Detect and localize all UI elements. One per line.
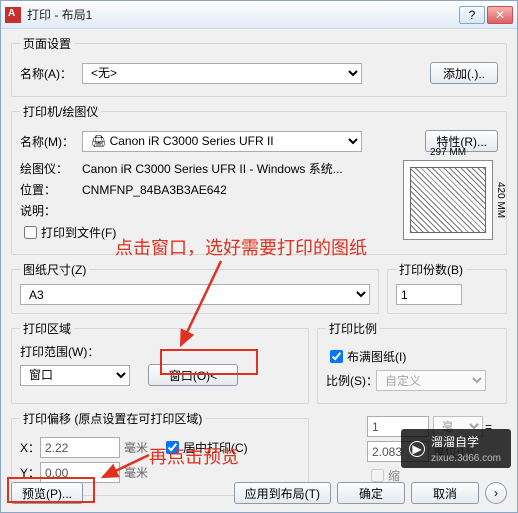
where-label: 位置： — [20, 181, 82, 198]
printer-group: 打印机/绘图仪 名称(M)： 🖨 Canon iR C3000 Series U… — [11, 103, 507, 255]
paper-preview-hatch — [410, 167, 486, 233]
watermark: ▶ 溜溜自学 zixue.3d66.com — [401, 429, 511, 468]
paper-preview: 297 MM 420 MM — [403, 160, 493, 240]
plot-what-label: 打印范围(W)： — [20, 343, 300, 360]
center-plot-checkbox[interactable] — [166, 441, 179, 454]
add-page-setup-button[interactable]: 添加(.).. — [430, 62, 498, 84]
app-icon — [5, 7, 21, 23]
paper-height-dim: 420 MM — [495, 161, 506, 239]
where-value: CNMFNP_84BA3B3AE642 — [82, 183, 227, 197]
footer-buttons: 预览(P)... 应用到布局(T) 确定 取消 › — [11, 482, 507, 504]
window-buttons: ? ✕ — [459, 6, 513, 24]
scale-lineweights-checkbox[interactable] — [371, 469, 384, 482]
preview-button[interactable]: 预览(P)... — [11, 482, 83, 504]
offset-x-unit: 毫米 — [124, 439, 148, 456]
paper-size-select[interactable]: A3 — [20, 284, 370, 305]
center-plot-label: 居中打印(C) — [183, 439, 248, 456]
print-to-file-checkbox[interactable] — [24, 226, 37, 239]
scale-label: 比例(S)： — [326, 372, 376, 389]
fit-to-paper-label: 布满图纸(I) — [347, 348, 406, 365]
copies-input[interactable] — [396, 284, 462, 305]
cancel-button[interactable]: 取消 — [411, 482, 479, 504]
copies-legend: 打印份数(B) — [396, 261, 466, 278]
offset-x-label: X： — [20, 439, 40, 456]
paper-size-legend: 图纸尺寸(Z) — [20, 261, 89, 278]
paper-width-dim: 297 MM — [404, 147, 492, 158]
close-button[interactable]: ✕ — [487, 6, 513, 24]
plot-area-group: 打印区域 打印范围(W)： 窗口 窗口(O)< — [11, 320, 309, 404]
printer-name-select[interactable]: 🖨 Canon iR C3000 Series UFR II — [82, 131, 362, 152]
fit-to-paper-checkbox[interactable] — [330, 350, 343, 363]
dialog-content: 页面设置 名称(A)： <无> 添加(.).. 打印机/绘图仪 名称(M)： 🖨… — [1, 29, 517, 512]
help-button[interactable]: ? — [459, 6, 485, 24]
page-setup-name-select[interactable]: <无> — [82, 63, 362, 84]
plotter-value: Canon iR C3000 Series UFR II - Windows 系… — [82, 160, 343, 177]
desc-label: 说明： — [20, 202, 82, 219]
plot-what-select[interactable]: 窗口 — [20, 365, 130, 386]
title-bar: 打印 - 布局1 ? ✕ — [1, 1, 517, 29]
offset-y-unit: 毫米 — [124, 464, 148, 481]
play-icon: ▶ — [409, 441, 425, 457]
offset-y-input[interactable] — [40, 462, 120, 483]
printer-legend: 打印机/绘图仪 — [20, 103, 101, 120]
plot-offset-legend: 打印偏移 (原点设置在可打印区域) — [20, 410, 205, 427]
page-setup-name-label: 名称(A)： — [20, 65, 82, 82]
plot-scale-legend: 打印比例 — [326, 320, 380, 337]
offset-y-label: Y： — [20, 464, 40, 481]
window-title: 打印 - 布局1 — [27, 6, 459, 23]
print-dialog: 打印 - 布局1 ? ✕ 页面设置 名称(A)： <无> 添加(.).. 打印机… — [0, 0, 518, 513]
apply-to-layout-button[interactable]: 应用到布局(T) — [234, 482, 331, 504]
paper-size-group: 图纸尺寸(Z) A3 — [11, 261, 379, 314]
copies-group: 打印份数(B) — [387, 261, 507, 314]
watermark-url: zixue.3d66.com — [431, 453, 501, 464]
watermark-name: 溜溜自学 — [431, 435, 479, 449]
scale-select[interactable]: 自定义 — [376, 370, 486, 391]
printer-name-label: 名称(M)： — [20, 133, 82, 150]
offset-x-input[interactable] — [40, 437, 120, 458]
ok-button[interactable]: 确定 — [337, 482, 405, 504]
page-setup-legend: 页面设置 — [20, 35, 74, 52]
plot-area-legend: 打印区域 — [20, 320, 74, 337]
window-pick-button[interactable]: 窗口(O)< — [148, 364, 238, 386]
plot-scale-group: 打印比例 布满图纸(I) 比例(S)： 自定义 — [317, 320, 507, 404]
expand-button[interactable]: › — [485, 482, 507, 504]
print-to-file-label: 打印到文件(F) — [41, 224, 116, 241]
page-setup-group: 页面设置 名称(A)： <无> 添加(.).. — [11, 35, 507, 97]
plotter-label: 绘图仪： — [20, 160, 82, 177]
